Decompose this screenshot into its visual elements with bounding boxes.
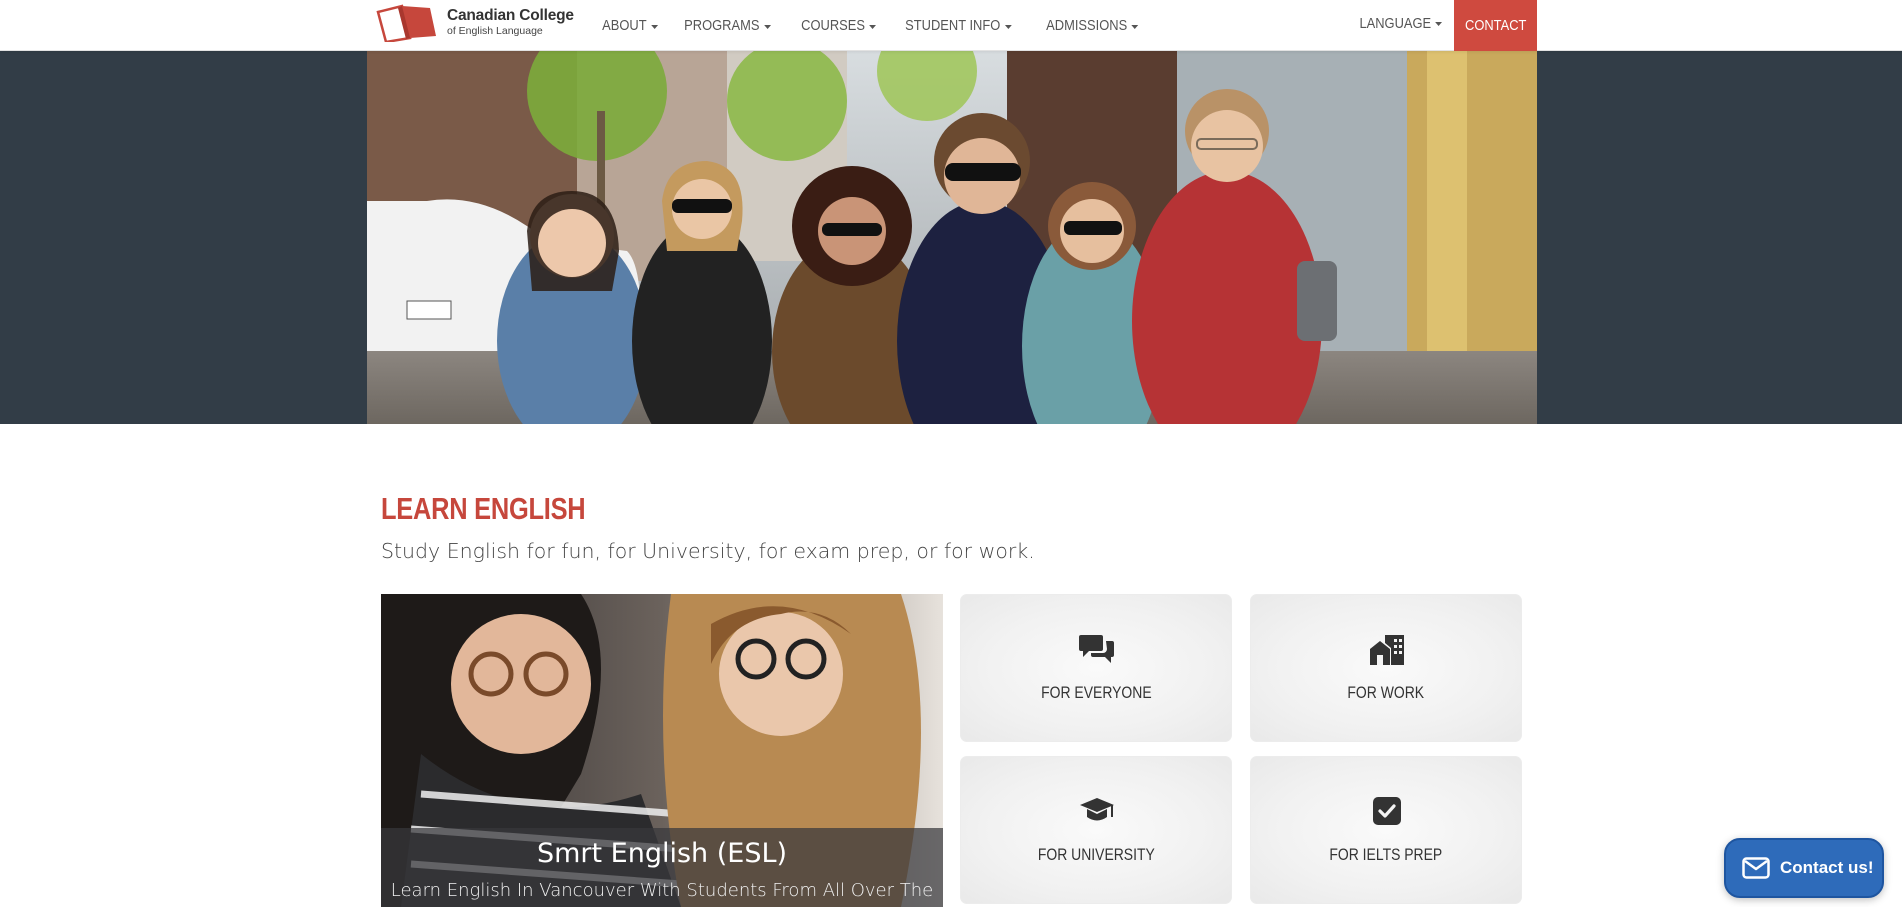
- caret-down-icon: [1435, 22, 1442, 26]
- tile-for-everyone[interactable]: FOR EVERYONE: [960, 594, 1232, 742]
- nav-item-about[interactable]: ABOUT: [591, 3, 669, 49]
- contact-nav-label: CONTACT: [1464, 17, 1527, 34]
- check-square-icon: [1369, 793, 1405, 829]
- graduation-cap-icon: [1079, 793, 1115, 829]
- caret-down-icon: [1131, 24, 1139, 29]
- main-menu: ABOUT PROGRAMS COURSES STUDENT INFO ADMI…: [591, 0, 1159, 51]
- caret-down-icon: [763, 24, 771, 29]
- tile-for-university[interactable]: FOR UNIVERSITY: [960, 756, 1232, 904]
- navbar-container: Canadian College of English Language ABO…: [367, 0, 1537, 51]
- tile-label: FOR IELTS PREP: [1329, 845, 1443, 864]
- tile-label: FOR UNIVERSITY: [1037, 845, 1155, 864]
- brand-text: Canadian College of English Language: [447, 6, 574, 37]
- hero-photo-illustration: [367, 51, 1537, 424]
- section-title: LEARN ENGLISH: [381, 491, 586, 526]
- nav-item-student-info[interactable]: STUDENT INFO: [894, 3, 1023, 49]
- caret-down-icon: [869, 24, 877, 29]
- tile-for-ielts-prep[interactable]: FOR IELTS PREP: [1250, 756, 1522, 904]
- nav-item-programs[interactable]: PROGRAMS: [673, 3, 782, 49]
- caret-down-icon: [1004, 24, 1012, 29]
- nav-item-label: ADMISSIONS: [1046, 17, 1128, 34]
- top-navbar: Canadian College of English Language ABO…: [0, 0, 1902, 51]
- feature-card-esl[interactable]: Smrt English (ESL) Learn English In Vanc…: [381, 594, 943, 907]
- tile-label: FOR WORK: [1347, 683, 1425, 702]
- nav-item-admissions[interactable]: ADMISSIONS: [1035, 3, 1150, 49]
- nav-item-label: STUDENT INFO: [905, 17, 1001, 34]
- envelope-icon: [1742, 857, 1770, 879]
- tile-label: FOR EVERYONE: [1040, 683, 1152, 702]
- feature-description: Learn English In Vancouver With Students…: [390, 880, 934, 901]
- chat-bubbles-icon: [1079, 631, 1115, 667]
- nav-item-courses[interactable]: COURSES: [790, 3, 887, 49]
- language-label: LANGUAGE: [1359, 14, 1431, 32]
- nav-right: LANGUAGE CONTACT: [1330, 0, 1537, 51]
- contact-us-label: Contact us!: [1780, 858, 1874, 877]
- open-book-logo-icon: [376, 4, 436, 42]
- language-dropdown[interactable]: LANGUAGE: [1347, 0, 1454, 46]
- contact-us-floating-button[interactable]: Contact us!: [1724, 838, 1884, 898]
- brand-title: Canadian College: [447, 6, 574, 24]
- caret-down-icon: [650, 24, 658, 29]
- city-buildings-icon: [1369, 631, 1405, 667]
- brand-logo[interactable]: Canadian College of English Language: [376, 2, 574, 42]
- contact-nav-button[interactable]: CONTACT: [1454, 0, 1537, 51]
- nav-item-label: ABOUT: [602, 17, 647, 34]
- brand-subtitle: of English Language: [447, 25, 543, 37]
- tile-for-work[interactable]: FOR WORK: [1250, 594, 1522, 742]
- feature-title: Smrt English (ESL): [536, 838, 788, 869]
- nav-item-label: PROGRAMS: [683, 17, 760, 34]
- section-subtitle: Study English for fun, for University, f…: [381, 539, 1035, 563]
- hero-photo-students: [367, 51, 1537, 424]
- nav-item-label: COURSES: [801, 17, 866, 34]
